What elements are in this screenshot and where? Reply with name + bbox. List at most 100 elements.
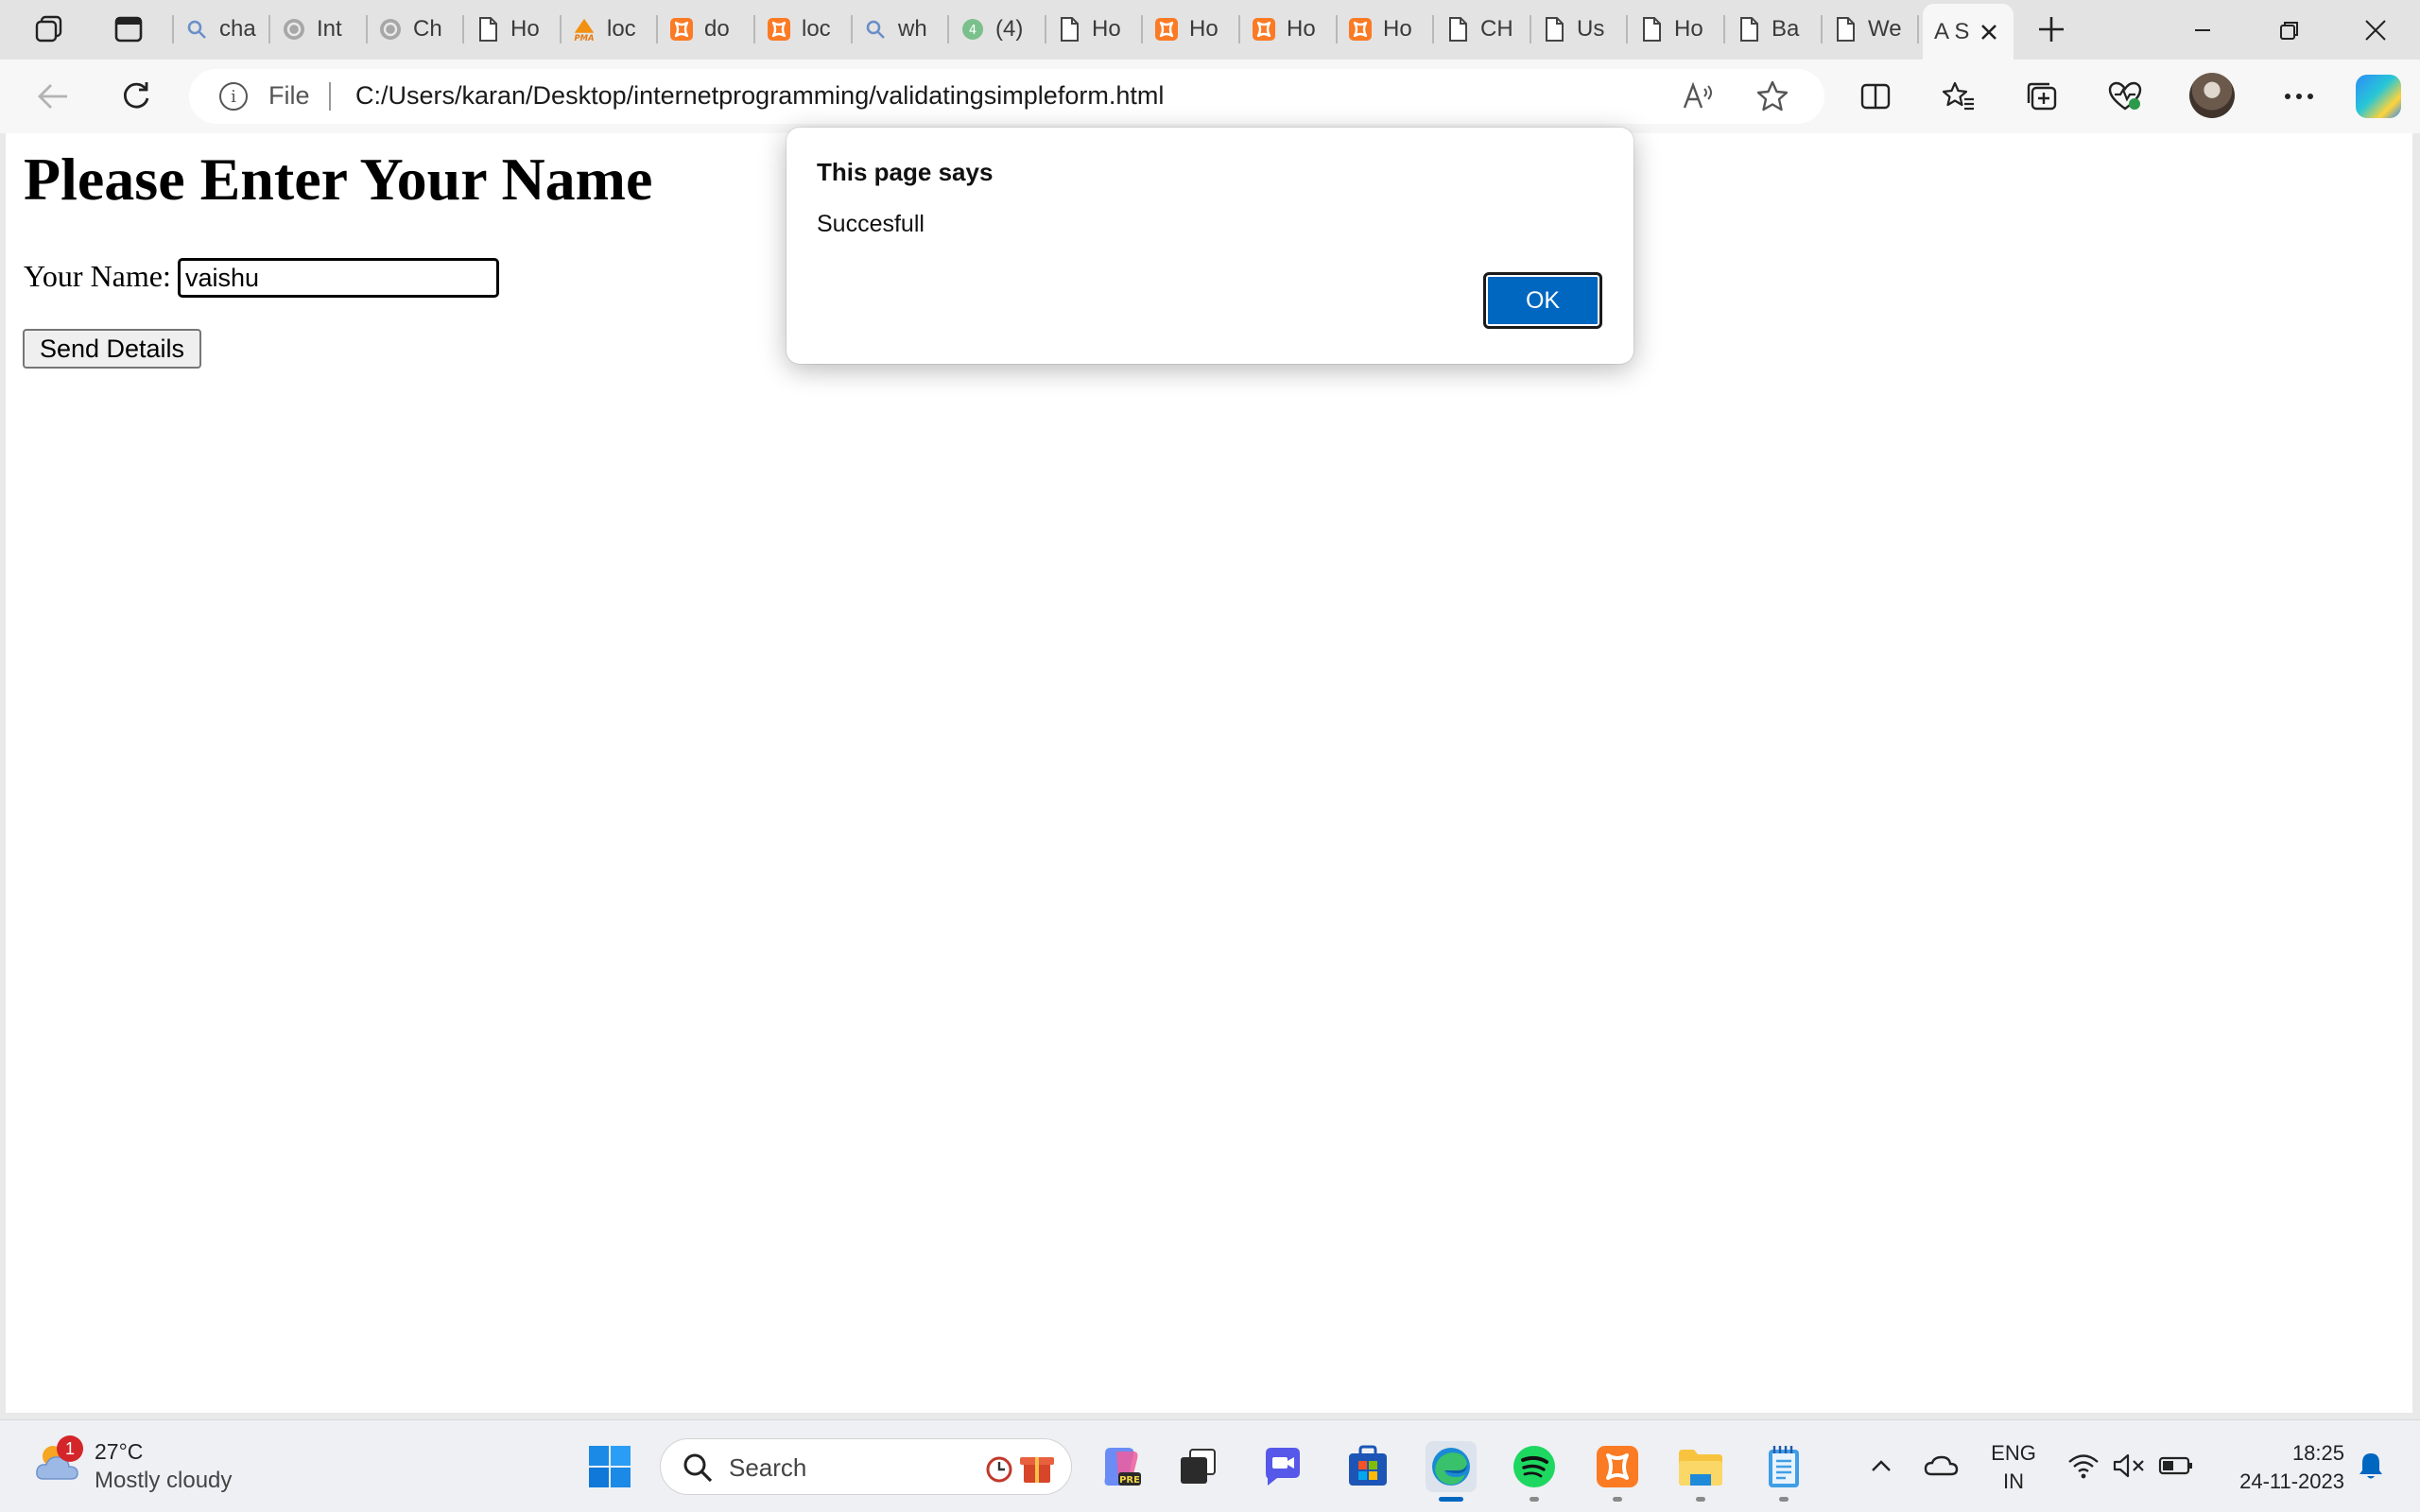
weather-description: Mostly cloudy <box>95 1468 233 1493</box>
tab-label: loc <box>607 16 636 42</box>
copilot-icon[interactable] <box>2356 75 2401 118</box>
address-url[interactable]: C:/Users/karan/Desktop/internetprogrammi… <box>355 81 1164 111</box>
xampp-running-indicator <box>1613 1497 1622 1502</box>
browser-essentials-icon[interactable] <box>2102 75 2148 118</box>
tab-item[interactable]: cha <box>176 9 267 49</box>
tab-item[interactable]: Int <box>273 9 364 49</box>
close-icon[interactable] <box>1978 21 2000 43</box>
profile-avatar[interactable] <box>2189 73 2235 118</box>
meet-icon[interactable] <box>1257 1441 1308 1492</box>
explorer-running-indicator <box>1696 1497 1705 1502</box>
read-aloud-icon[interactable] <box>1680 78 1718 114</box>
minimize-icon[interactable] <box>2160 0 2245 60</box>
workspaces-icon[interactable] <box>30 12 68 46</box>
vertical-tabs-icon[interactable] <box>110 12 147 46</box>
tab-separator <box>1821 15 1823 43</box>
tab-item[interactable]: We <box>1824 9 1915 49</box>
svg-text:4: 4 <box>969 24 977 38</box>
weather-temperature: 27°C <box>95 1439 144 1464</box>
new-tab-icon[interactable] <box>2032 12 2070 46</box>
document-icon <box>1541 16 1567 43</box>
tab-separator <box>1530 15 1531 43</box>
tab-separator <box>1626 15 1628 43</box>
tab-separator <box>947 15 949 43</box>
svg-text:PMA: PMA <box>575 33 595 43</box>
svg-text:PRE: PRE <box>1119 1475 1140 1486</box>
tab-label: wh <box>898 16 927 42</box>
favorites-icon[interactable] <box>1936 75 1981 118</box>
tab-item[interactable]: Ba <box>1728 9 1819 49</box>
store-icon[interactable] <box>1342 1441 1393 1492</box>
favorite-star-icon[interactable] <box>1754 78 1791 114</box>
window-close-icon[interactable] <box>2333 0 2418 60</box>
tab-separator <box>268 15 270 43</box>
more-options-icon[interactable] <box>2276 75 2322 118</box>
tab-item[interactable]: 4 (4) <box>952 9 1043 49</box>
notepad-icon[interactable] <box>1758 1441 1809 1502</box>
tab-item[interactable]: Us <box>1533 9 1624 49</box>
taskbar: 1 27°C Mostly cloudy Search PRE ENG IN 1… <box>0 1419 2420 1512</box>
tab-item[interactable]: loc <box>758 9 849 49</box>
tab-item[interactable]: Ho <box>1146 9 1236 49</box>
refresh-icon[interactable] <box>113 75 159 118</box>
tab-item[interactable]: do <box>661 9 752 49</box>
xampp-icon <box>1251 16 1277 43</box>
copilot-pre-icon[interactable]: PRE <box>1095 1441 1146 1492</box>
tab-item[interactable]: Ch <box>370 9 460 49</box>
volume-muted-icon[interactable] <box>2110 1447 2148 1485</box>
search-icon <box>862 16 889 43</box>
spotify-icon[interactable] <box>1509 1441 1560 1502</box>
tab-item[interactable]: Ho <box>1340 9 1430 49</box>
battery-icon[interactable] <box>2155 1447 2197 1485</box>
tab-item[interactable]: Ho <box>467 9 558 49</box>
tab-separator <box>656 15 658 43</box>
tab-item[interactable]: Ho <box>1048 9 1139 49</box>
tab-item[interactable]: wh <box>855 9 945 49</box>
back-icon[interactable] <box>30 75 76 118</box>
show-hidden-icons-chevron-icon[interactable] <box>1864 1447 1898 1485</box>
task-view-icon[interactable] <box>1172 1441 1223 1492</box>
document-icon <box>475 16 501 43</box>
file-explorer-icon[interactable] <box>1675 1441 1726 1502</box>
send-details-button[interactable]: Send Details <box>23 329 201 369</box>
tab-item[interactable]: PMA loc <box>563 9 654 49</box>
alert-title: This page says <box>817 158 994 186</box>
address-bar[interactable]: i File C:/Users/karan/Desktop/internetpr… <box>189 69 1824 124</box>
tab-label: Int <box>317 16 342 42</box>
alert-ok-button[interactable]: OK <box>1483 272 1602 329</box>
notifications-bell-icon[interactable] <box>2352 1447 2390 1485</box>
split-screen-icon[interactable] <box>1853 75 1898 118</box>
document-icon <box>1444 16 1471 43</box>
tab-item[interactable]: Ho <box>1243 9 1334 49</box>
tab-active[interactable]: A S <box>1923 4 2014 60</box>
alert-dialog: This page says Succesfull OK <box>786 128 1634 364</box>
name-input[interactable] <box>178 258 499 298</box>
spotify-running-indicator <box>1530 1497 1539 1502</box>
tab-label: We <box>1868 16 1902 42</box>
onedrive-cloud-icon[interactable] <box>1921 1447 1962 1485</box>
tab-label: Ba <box>1772 16 1800 42</box>
start-button[interactable] <box>584 1441 635 1492</box>
tab-item[interactable]: CH <box>1437 9 1528 49</box>
document-icon <box>1638 16 1665 43</box>
tab-separator <box>753 15 755 43</box>
tab-label: do <box>704 16 730 42</box>
clock-time: 18:25 <box>2291 1441 2344 1465</box>
tab-separator <box>462 15 464 43</box>
site-info-icon[interactable]: i <box>219 82 248 111</box>
wifi-icon[interactable] <box>2065 1447 2102 1485</box>
tab-label: Ho <box>1189 16 1219 42</box>
xampp-icon[interactable] <box>1592 1441 1643 1502</box>
system-clock[interactable]: 18:25 24-11-2023 <box>2212 1439 2344 1496</box>
input-language[interactable]: ENG IN <box>1985 1439 2042 1496</box>
ai-icon <box>377 16 404 43</box>
page-title: Please Enter Your Name <box>24 146 653 213</box>
taskbar-search[interactable]: Search <box>660 1438 1072 1495</box>
edge-icon[interactable] <box>1426 1441 1477 1502</box>
document-icon <box>1736 16 1762 43</box>
tab-active-label: A S <box>1934 18 1970 44</box>
search-icon <box>682 1452 714 1488</box>
tab-item[interactable]: Ho <box>1631 9 1721 49</box>
restore-icon[interactable] <box>2247 0 2332 60</box>
collections-icon[interactable] <box>2019 75 2065 118</box>
